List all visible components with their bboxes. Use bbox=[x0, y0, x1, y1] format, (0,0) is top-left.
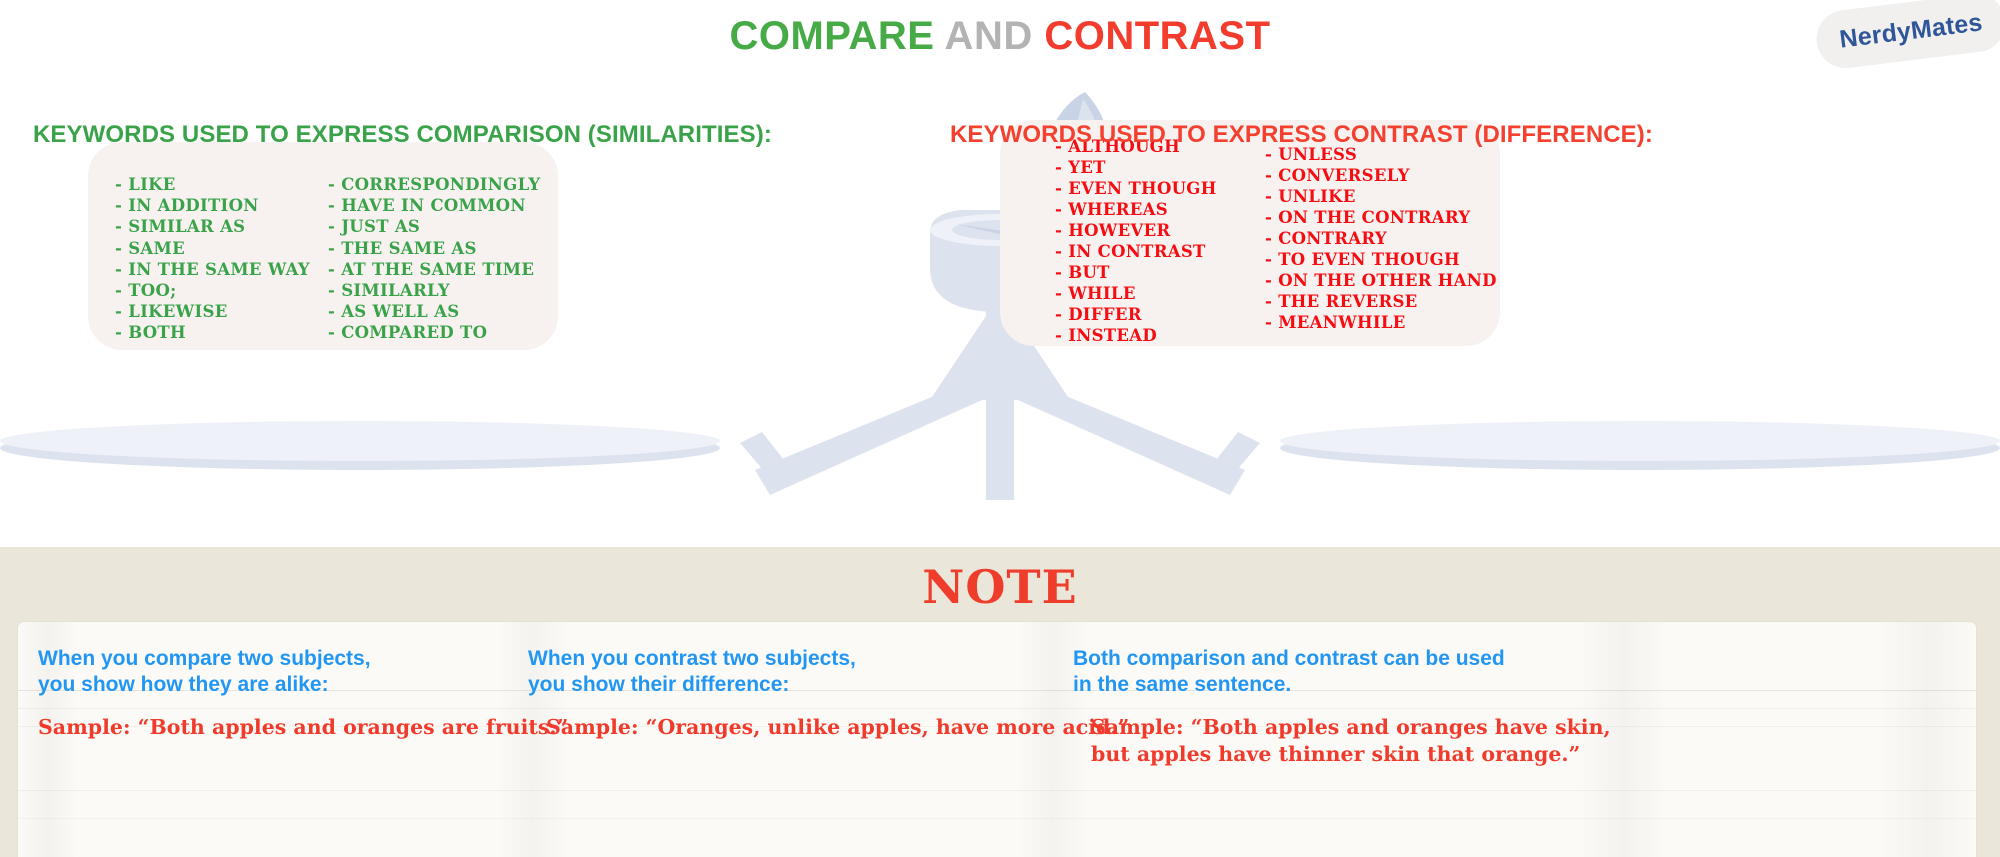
note-column-both: Both comparison and contrast can be used… bbox=[1073, 646, 1673, 698]
keyword-item: - MEANWHILE bbox=[1265, 313, 1406, 332]
keyword-item: - WHILE bbox=[1055, 284, 1136, 303]
comparison-heading: KEYWORDS USED TO EXPRESS COMPARISON (SIM… bbox=[33, 121, 772, 148]
note-sample-line-1: Sample: “Both apples and oranges are fru… bbox=[38, 715, 569, 739]
note-column-compare: When you compare two subjects, you show … bbox=[38, 646, 538, 698]
keyword-item: - TO EVEN THOUGH bbox=[1265, 250, 1460, 269]
keyword-item: - CORRESPONDINGLY bbox=[328, 175, 541, 194]
keyword-item: - HAVE IN COMMON bbox=[328, 196, 526, 216]
title-and: AND bbox=[934, 14, 1045, 58]
keyword-item: - AT THE SAME TIME bbox=[328, 259, 535, 279]
keyword-item: - SIMILARLY bbox=[328, 281, 450, 301]
keyword-item: - EVEN THOUGH bbox=[1055, 179, 1217, 198]
note-sample-compare: Sample: “Both apples and oranges are fru… bbox=[38, 714, 568, 741]
keyword-item: - INSTEAD bbox=[1055, 326, 1157, 345]
note-sample-contrast: Sample: “Oranges, unlike apples, have mo… bbox=[546, 714, 1129, 741]
keyword-item: - JUST AS bbox=[328, 217, 421, 237]
keyword-item: - IN THE SAME WAY bbox=[115, 259, 310, 279]
keyword-item: - THE REVERSE bbox=[1265, 292, 1418, 311]
scale-pan-left bbox=[0, 421, 720, 470]
keyword-item: - THE SAME AS bbox=[328, 238, 477, 258]
contrast-keywords-panel: - ALTHOUGH - YET - EVEN THOUGH - WHEREAS - H… bbox=[1000, 120, 1500, 346]
keyword-item: - BOTH bbox=[115, 323, 186, 343]
contrast-heading: KEYWORDS USED TO EXPRESS CONTRAST (DIFFE… bbox=[950, 121, 1653, 148]
keyword-item: - TOO; bbox=[115, 281, 177, 301]
title-contrast: CONTRAST bbox=[1044, 14, 1271, 58]
keyword-item: - ON THE CONTRARY bbox=[1265, 208, 1471, 227]
keyword-item: - AS WELL AS bbox=[328, 302, 460, 322]
keyword-item: - CONVERSELY bbox=[1265, 166, 1410, 185]
note-heading-line-2: in the same sentence. bbox=[1073, 673, 1292, 696]
note-heading-line-1: When you contrast two subjects, bbox=[528, 647, 856, 670]
keyword-item: - WHEREAS bbox=[1055, 200, 1168, 219]
keyword-item: - ON THE OTHER HAND bbox=[1265, 271, 1497, 290]
scale-pan-right bbox=[1280, 421, 2000, 470]
note-sample-line-1: Sample: “Both apples and oranges have sk… bbox=[1091, 715, 1611, 739]
note-heading-line-1: Both comparison and contrast can be used bbox=[1073, 647, 1505, 670]
keyword-item: - UNLIKE bbox=[1265, 187, 1356, 206]
keyword-item: - IN CONTRAST bbox=[1055, 242, 1206, 261]
contrast-keyword-column-1: - ALTHOUGH - YET - EVEN THOUGH - WHEREAS - H… bbox=[1055, 136, 1217, 346]
keyword-item: - YET bbox=[1055, 158, 1106, 177]
keyword-item: - HOWEVER bbox=[1055, 221, 1171, 240]
contrast-keyword-column-2: - UNLESS - CONVERSELY - UNLIKE - ON THE CON… bbox=[1265, 144, 1497, 333]
note-title: NOTE bbox=[922, 560, 1078, 614]
note-heading-line-1: When you compare two subjects, bbox=[38, 647, 371, 670]
keyword-item: - IN ADDITION bbox=[115, 196, 259, 216]
note-section: NOTE When you compare two subjects, you … bbox=[0, 547, 2000, 857]
brand-badge[interactable]: NerdyMates bbox=[1813, 0, 2000, 72]
comparison-keyword-column-1: - LIKE - IN ADDITION - SIMILAR AS - SAME - I… bbox=[115, 174, 310, 344]
page-title: COMPARE AND CONTRAST bbox=[0, 14, 2000, 59]
note-column-contrast: When you contrast two subjects, you show… bbox=[528, 646, 1068, 698]
title-compare: COMPARE bbox=[729, 14, 935, 58]
note-paper: When you compare two subjects, you show … bbox=[18, 622, 1976, 857]
note-heading-line-2: you show their difference: bbox=[528, 673, 790, 696]
scale-beam bbox=[740, 375, 1260, 495]
keyword-item: - CONTRARY bbox=[1265, 229, 1387, 248]
keyword-item: - COMPARED TO bbox=[328, 323, 488, 343]
keyword-item: - LIKEWISE bbox=[115, 302, 228, 322]
comparison-keyword-column-2: - CORRESPONDINGLY - HAVE IN COMMON - JUST … bbox=[328, 174, 541, 344]
note-heading-line-2: you show how they are alike: bbox=[38, 673, 329, 696]
keyword-item: - BUT bbox=[1055, 263, 1110, 282]
infographic-page: NerdyMates COMPARE AND CONTRAST KEYWORDS… bbox=[0, 0, 2000, 857]
comparison-keywords-panel: - LIKE - IN ADDITION - SIMILAR AS - SAME - I… bbox=[88, 142, 558, 350]
note-sample-line-1: Sample: “Oranges, unlike apples, have mo… bbox=[546, 715, 1130, 739]
keyword-item: - DIFFER bbox=[1055, 305, 1142, 324]
keyword-item: - LIKE bbox=[115, 175, 176, 194]
keyword-item: - SIMILAR AS bbox=[115, 217, 246, 237]
note-sample-both: Sample: “Both apples and oranges have sk… bbox=[1091, 714, 1611, 768]
brand-name: NerdyMates bbox=[1837, 7, 1984, 54]
keyword-item: - SAME bbox=[115, 238, 185, 258]
note-sample-line-2: but apples have thinner skin that orange… bbox=[1091, 742, 1581, 766]
